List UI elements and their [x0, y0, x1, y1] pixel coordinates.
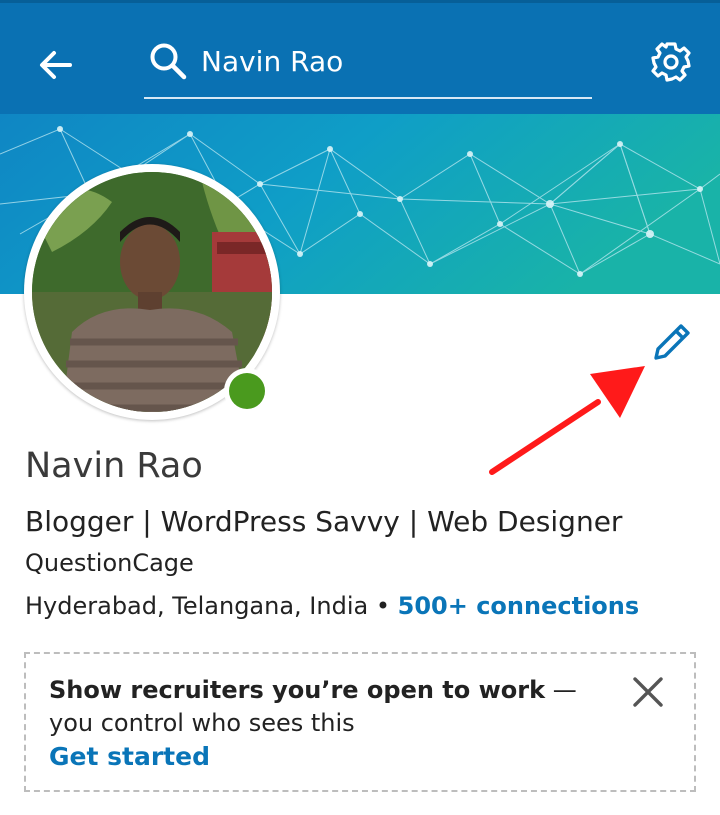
top-app-bar	[0, 0, 720, 114]
get-started-link[interactable]: Get started	[49, 742, 210, 771]
gear-icon	[651, 42, 691, 82]
open-to-work-text: Show recruiters you’re open to work — yo…	[49, 674, 589, 740]
pencil-icon	[654, 324, 690, 360]
open-to-work-card: Show recruiters you’re open to work — yo…	[24, 652, 696, 792]
search-input[interactable]	[201, 39, 581, 83]
profile-company: QuestionCage	[25, 549, 194, 577]
back-button[interactable]	[34, 43, 78, 87]
settings-button[interactable]	[648, 39, 694, 85]
edit-profile-button[interactable]	[648, 318, 696, 366]
separator: •	[368, 592, 398, 620]
annotation-arrow	[489, 366, 645, 475]
arrow-left-icon	[40, 51, 72, 79]
online-status-indicator	[224, 368, 270, 414]
search-icon	[150, 43, 187, 80]
profile-location: Hyderabad, Telangana, India	[25, 592, 369, 620]
profile-name: Navin Rao	[25, 446, 203, 486]
location-line: Hyderabad, Telangana, India • 500+ conne…	[25, 592, 639, 620]
close-icon	[633, 677, 663, 707]
profile-headline: Blogger | WordPress Savvy | Web Designer	[25, 505, 623, 538]
connections-link[interactable]: 500+ connections	[398, 592, 640, 620]
search-bar[interactable]	[144, 31, 592, 99]
dismiss-button[interactable]	[630, 674, 666, 710]
open-to-work-title: Show recruiters you’re open to work	[49, 676, 546, 704]
